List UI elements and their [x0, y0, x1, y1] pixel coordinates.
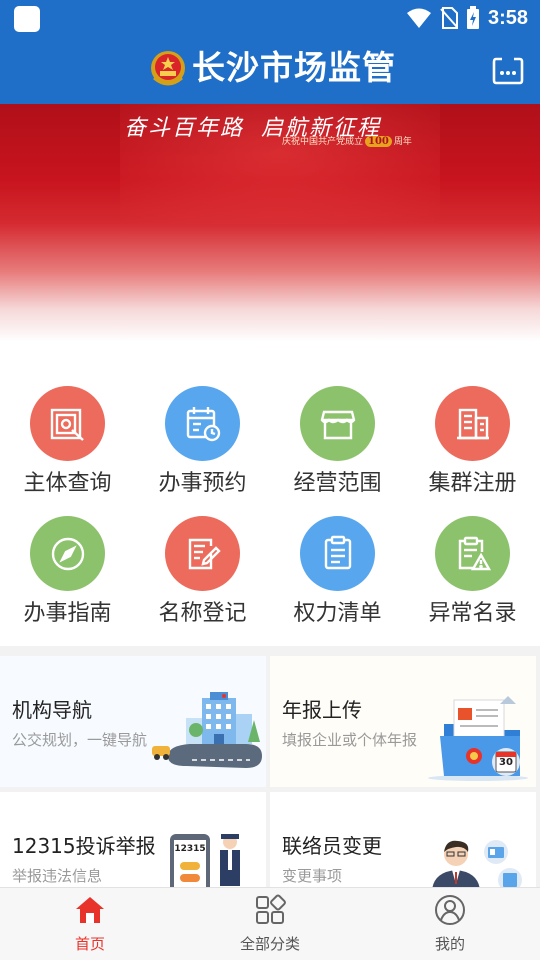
tab-all-categories[interactable]: 全部分类: [180, 888, 360, 960]
service-label: 主体查询: [23, 471, 112, 496]
banner-sub-after: 周年: [393, 137, 412, 147]
warning-clipboard-icon: [458, 536, 491, 570]
more-menu-icon[interactable]: [492, 56, 524, 86]
tab-label: 首页: [74, 935, 105, 953]
banner-sub-before: 庆祝中国共产党成立: [282, 137, 364, 147]
edit-document-icon: [188, 538, 221, 569]
service-label: 办事指南: [23, 601, 112, 626]
service-label: 经营范围: [293, 471, 382, 496]
service-label: 异常名录: [428, 601, 517, 626]
notification-icon: [14, 6, 40, 32]
home-icon: [76, 897, 104, 923]
card-subtitle: 变更事项: [282, 867, 343, 885]
service-label: 集群注册: [428, 471, 517, 496]
banner-subtitle: 庆祝中国共产党成立 100 周年: [282, 134, 412, 147]
service-appointment[interactable]: 办事预约: [135, 374, 270, 504]
service-business-scope[interactable]: 经营范围: [270, 374, 405, 504]
liaison-person-illustration: [432, 840, 522, 888]
app-title: 长沙市场监管: [192, 48, 396, 87]
categories-grid-icon: [256, 894, 286, 924]
enterprise-search-icon: [50, 408, 84, 441]
card-subtitle: 填报企业或个体年报: [282, 731, 418, 749]
complaint-phone-illustration: [170, 834, 240, 888]
promo-banner[interactable]: 奋斗百年路 启航新征程 庆祝中国共产党成立 100 周年: [0, 104, 540, 374]
navigation-illustration: [152, 692, 262, 768]
national-emblem-icon: [151, 51, 185, 86]
service-entity-query[interactable]: 主体查询: [0, 374, 135, 504]
feature-cards: 机构导航 公交规划，一键导航 年报上传 填报企业或个体年报 30 12315投诉…: [0, 656, 540, 923]
card-title: 联络员变更: [282, 834, 382, 858]
app-header: 长沙市场监管: [0, 36, 540, 104]
card-title: 机构导航: [12, 698, 92, 722]
wifi-icon: [406, 8, 431, 28]
storefront-icon: [320, 410, 355, 439]
service-label: 权力清单: [293, 601, 382, 626]
list-document-icon: [324, 535, 351, 569]
battery-charging-icon: [466, 6, 479, 29]
calendar-day-text: 30: [499, 757, 513, 768]
tab-mine[interactable]: 我的: [360, 888, 540, 960]
service-label: 办事预约: [158, 471, 247, 496]
service-label: 名称登记: [158, 601, 247, 626]
card-agency-navigation[interactable]: 机构导航 公交规划，一键导航: [0, 656, 266, 787]
status-time: 3:58: [487, 6, 528, 29]
banner-100-badge: 100: [365, 136, 392, 147]
card-title: 年报上传: [282, 698, 362, 722]
service-grid: 主体查询 办事预约 经营范围 集群注册 办事指南 名称登记 权力清单 异常名录: [0, 374, 540, 646]
service-abnormal-list[interactable]: 异常名录: [405, 504, 540, 634]
service-cluster-registration[interactable]: 集群注册: [405, 374, 540, 504]
tab-label: 全部分类: [239, 935, 300, 953]
no-sim-icon: [440, 7, 458, 29]
card-annual-report-upload[interactable]: 年报上传 填报企业或个体年报 30: [270, 656, 536, 787]
building-icon: [456, 408, 489, 439]
annual-report-illustration: [428, 696, 528, 781]
tab-home[interactable]: 首页: [0, 888, 180, 960]
bottom-tab-bar: 首页 全部分类 我的: [0, 887, 540, 960]
banner-slogan-left: 奋斗百年路: [124, 116, 245, 141]
user-profile-icon: [435, 895, 465, 925]
status-bar: 3:58: [0, 0, 540, 36]
calendar-clock-icon: [186, 406, 220, 441]
service-name-registration[interactable]: 名称登记: [135, 504, 270, 634]
phone-screen-text: 12315: [174, 844, 206, 854]
service-power-list[interactable]: 权力清单: [270, 504, 405, 634]
service-guide[interactable]: 办事指南: [0, 504, 135, 634]
card-subtitle: 举报违法信息: [12, 867, 103, 885]
compass-icon: [51, 537, 84, 570]
tab-label: 我的: [434, 935, 465, 953]
card-subtitle: 公交规划，一键导航: [12, 731, 148, 749]
card-title: 12315投诉举报: [12, 834, 156, 858]
